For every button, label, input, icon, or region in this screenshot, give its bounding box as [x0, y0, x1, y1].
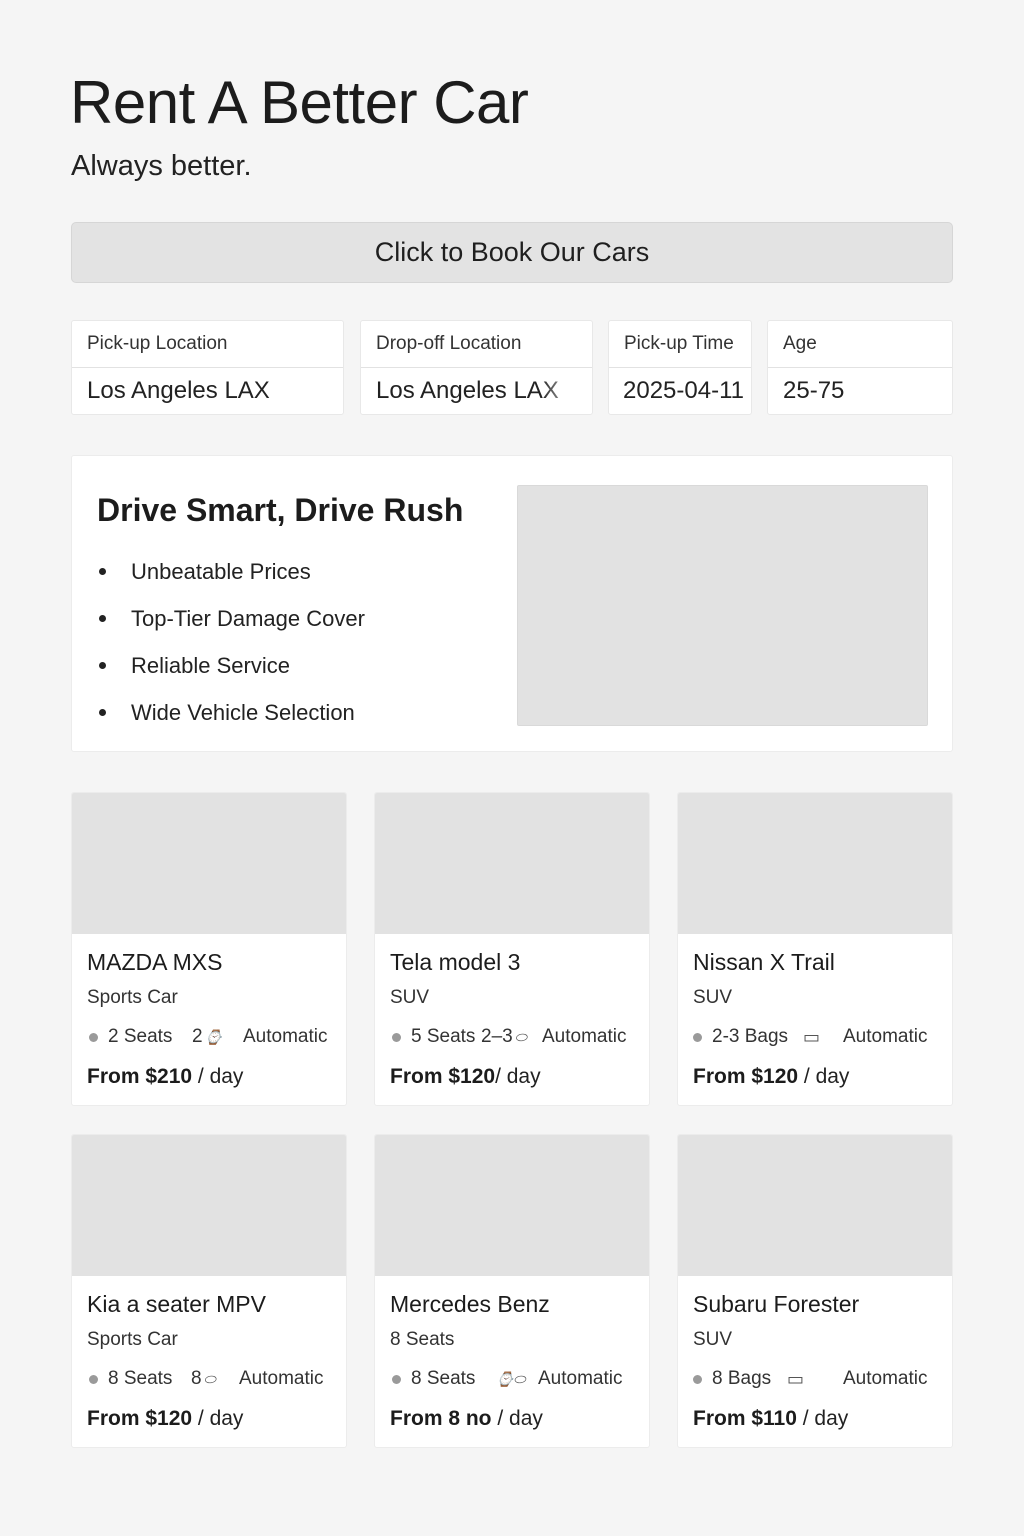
feature-item: Unbeatable Prices	[97, 548, 365, 595]
pickup-time-value[interactable]: 2025-04-11	[609, 368, 751, 405]
dot-icon	[693, 1032, 702, 1042]
feature-text: Wide Vehicle Selection	[131, 699, 355, 725]
car-card[interactable]: Kia a seater MPV Sports Car 8 Seats 8 ⬭ A…	[71, 1134, 347, 1448]
feature-list: Unbeatable Prices Top-Tier Damage Cover …	[97, 548, 365, 736]
pickup-location-value[interactable]: Los Angeles LAX	[72, 368, 343, 405]
dropoff-location-value[interactable]: Los Angeles LAX	[361, 368, 592, 405]
pickup-location-label: Pick-up Location	[72, 321, 343, 368]
bullet-icon	[99, 615, 106, 622]
dot-icon	[89, 1032, 98, 1042]
car-specs: 2-3 Bags ▭ Automatic	[693, 1025, 940, 1049]
car-name: Kia a seater MPV	[87, 1291, 266, 1317]
bullet-icon	[99, 568, 106, 575]
car-card[interactable]: Mercedes Benz 8 Seats 8 Seats ⌚⬭ Automat…	[374, 1134, 650, 1448]
dot-icon	[392, 1374, 401, 1384]
car-price: From $120/ day	[390, 1065, 541, 1088]
spec-seats: 8 Seats	[392, 1367, 475, 1391]
pickup-time-label: Pick-up Time	[609, 321, 751, 368]
car-price: From $110 / day	[693, 1407, 849, 1430]
spec-transmission: Automatic	[538, 1368, 623, 1389]
promo-image-placeholder	[517, 485, 928, 726]
spec-transmission: Automatic	[542, 1026, 627, 1047]
feature-text: Unbeatable Prices	[131, 558, 311, 584]
seat-icon: ⌚⬭	[496, 1370, 526, 1387]
spec-transmission: Automatic	[239, 1368, 324, 1389]
car-card[interactable]: Tela model 3 SUV 5 Seats 2–3 ⬭ Automatic …	[374, 792, 650, 1106]
dot-icon	[392, 1032, 401, 1042]
car-price: From $120 / day	[87, 1407, 244, 1430]
spec-seats: 5 Seats	[392, 1025, 475, 1049]
spec-transmission: Automatic	[843, 1368, 928, 1389]
page-subtitle: Always better.	[71, 150, 252, 182]
car-name: MAZDA MXS	[87, 949, 223, 975]
bullet-icon	[99, 662, 106, 669]
car-price: From $120 / day	[693, 1065, 850, 1088]
car-price: From 8 no / day	[390, 1407, 543, 1430]
spec-extra: 2 ⌚	[192, 1026, 223, 1047]
dropoff-location-field[interactable]: Drop-off Location Los Angeles LAX	[360, 320, 593, 415]
car-image-placeholder	[375, 1135, 649, 1276]
pickup-time-field[interactable]: Pick-up Time 2025-04-11	[608, 320, 752, 415]
pickup-location-field[interactable]: Pick-up Location Los Angeles LAX	[71, 320, 344, 415]
bag-icon: ⬭	[514, 1028, 527, 1045]
car-image-placeholder	[678, 793, 952, 934]
car-image-placeholder	[72, 793, 346, 934]
dropoff-location-label: Drop-off Location	[361, 321, 592, 368]
spec-bags: 8 Bags	[693, 1367, 771, 1391]
car-card[interactable]: Nissan X Trail SUV 2-3 Bags ▭ Automatic …	[677, 792, 953, 1106]
car-price: From $210 / day	[87, 1065, 244, 1088]
dot-icon	[693, 1374, 702, 1384]
dot-icon	[89, 1374, 98, 1384]
car-specs: 8 Seats 8 ⬭ Automatic	[87, 1367, 334, 1391]
spec-seats: 8 Seats	[89, 1367, 172, 1391]
feature-text: Reliable Service	[131, 652, 290, 678]
car-card[interactable]: Subaru Forester SUV 8 Bags ▭ Automatic F…	[677, 1134, 953, 1448]
car-category: Sports Car	[87, 1329, 178, 1350]
spec-extra: 2–3 ⬭	[481, 1026, 527, 1047]
car-category: SUV	[390, 987, 430, 1008]
feature-item: Reliable Service	[97, 642, 365, 689]
car-specs: 8 Seats ⌚⬭ Automatic	[390, 1367, 637, 1391]
spec-extra: 8 ⬭	[191, 1368, 216, 1389]
car-category: Sports Car	[87, 987, 178, 1008]
car-name: Nissan X Trail	[693, 949, 835, 975]
bag-icon: ▭	[787, 1368, 805, 1389]
car-category: SUV	[693, 1329, 733, 1350]
car-image-placeholder	[72, 1135, 346, 1276]
car-specs: 8 Bags ▭ Automatic	[693, 1367, 940, 1391]
spec-transmission: Automatic	[243, 1026, 328, 1047]
car-name: Mercedes Benz	[390, 1291, 550, 1317]
bag-icon: ⬭	[203, 1370, 216, 1387]
feature-item: Wide Vehicle Selection	[97, 689, 365, 736]
car-specs: 5 Seats 2–3 ⬭ Automatic	[390, 1025, 637, 1049]
page-title: Rent A Better Car	[70, 69, 529, 136]
car-specs: 2 Seats 2 ⌚ Automatic	[87, 1025, 334, 1049]
bullet-icon	[99, 709, 106, 716]
spec-transmission: Automatic	[843, 1026, 928, 1047]
promo-title: Drive Smart, Drive Rush	[97, 492, 464, 528]
car-name: Subaru Forester	[693, 1291, 860, 1317]
car-image-placeholder	[375, 793, 649, 934]
bag-icon: ▭	[803, 1026, 821, 1047]
book-cars-button[interactable]: Click to Book Our Cars	[71, 222, 953, 283]
spec-extra: ▭	[801, 1025, 820, 1049]
car-name: Tela model 3	[390, 949, 521, 975]
promo-panel: Drive Smart, Drive Rush Unbeatable Price…	[71, 455, 953, 752]
age-label: Age	[768, 321, 952, 368]
spec-extra: ⌚⬭	[494, 1367, 525, 1391]
feature-item: Top-Tier Damage Cover	[97, 595, 365, 642]
age-value[interactable]: 25-75	[768, 368, 952, 405]
spec-extra: ▭	[785, 1367, 804, 1391]
car-image-placeholder	[678, 1135, 952, 1276]
car-category: SUV	[693, 987, 733, 1008]
car-category: 8 Seats	[390, 1329, 455, 1350]
feature-text: Top-Tier Damage Cover	[131, 605, 365, 631]
age-field[interactable]: Age 25-75	[767, 320, 953, 415]
spec-bags: 2-3 Bags	[693, 1025, 788, 1049]
spec-seats: 2 Seats	[89, 1025, 172, 1049]
seat-icon: ⌚	[204, 1028, 223, 1045]
car-card[interactable]: MAZDA MXS Sports Car 2 Seats 2 ⌚ Automati…	[71, 792, 347, 1106]
